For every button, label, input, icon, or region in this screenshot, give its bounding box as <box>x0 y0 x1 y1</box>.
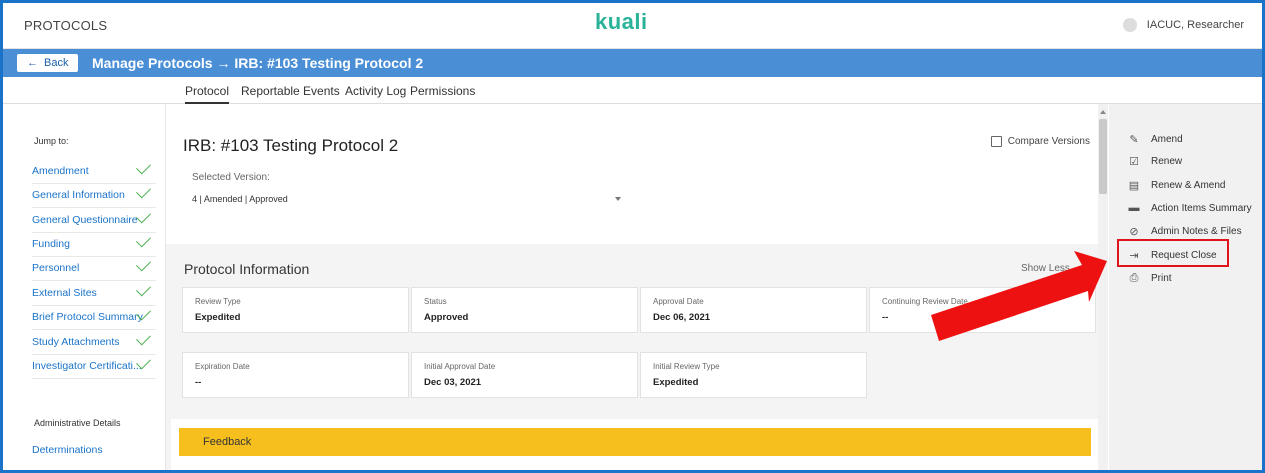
red-arrow-annotation <box>931 251 1107 341</box>
app-window: PROTOCOLS kuali IACUC, Researcher ← Back… <box>3 3 1262 470</box>
